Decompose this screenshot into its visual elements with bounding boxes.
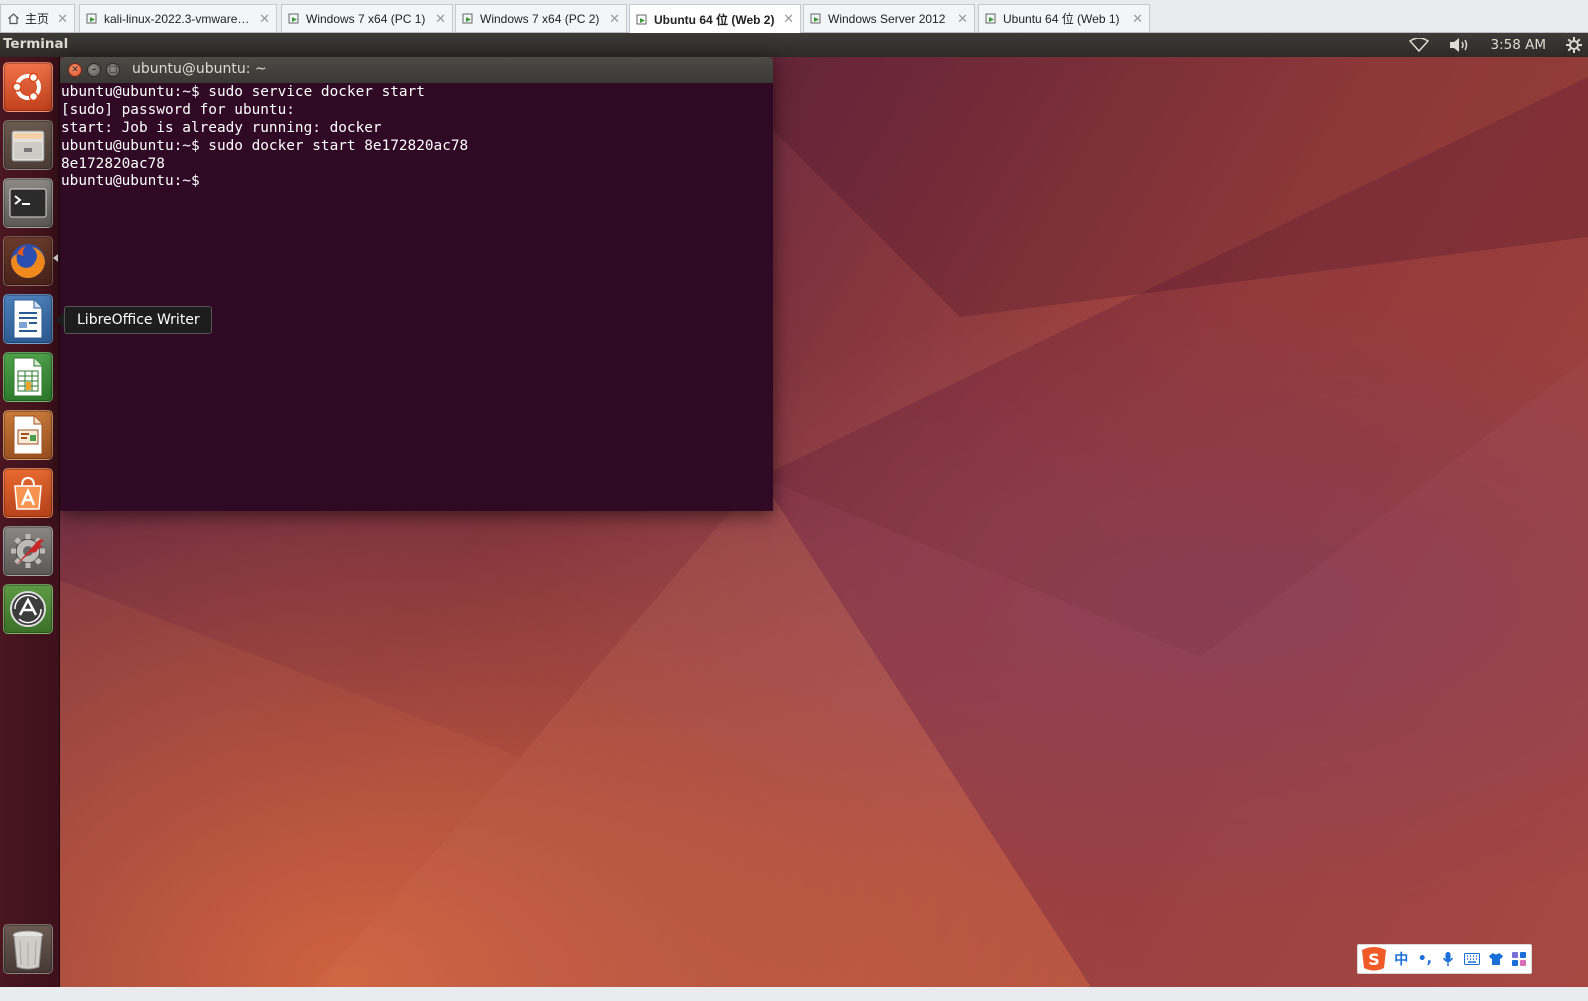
running-indicator-arrow <box>53 254 58 262</box>
settings-icon <box>11 534 45 568</box>
tab-home[interactable]: 主页 ✕ <box>0 4 75 32</box>
tab-label: 主页 <box>25 12 50 26</box>
launcher-libreoffice-calc[interactable] <box>3 352 53 402</box>
minimize-icon: – <box>91 65 97 75</box>
tooltip-arrow <box>56 312 64 328</box>
keyboard-icon[interactable] <box>1460 946 1484 972</box>
close-icon[interactable]: ✕ <box>957 11 968 27</box>
apps-grid-icon[interactable] <box>1507 946 1531 972</box>
close-window-button[interactable]: ✕ <box>68 63 82 77</box>
close-icon[interactable]: ✕ <box>1132 11 1143 27</box>
gear-icon[interactable] <box>1566 37 1582 53</box>
top-panel: Terminal 3:58 AM <box>0 33 1588 57</box>
minimize-window-button[interactable]: – <box>87 63 101 77</box>
software-center-icon <box>14 476 42 510</box>
active-app-name: Terminal <box>3 36 69 52</box>
ime-toolbar: S 中 •, <box>1357 944 1532 974</box>
close-icon[interactable]: ✕ <box>259 11 270 27</box>
launcher-firefox[interactable] <box>3 236 53 286</box>
close-icon: ✕ <box>71 65 79 75</box>
close-icon[interactable]: ✕ <box>609 11 620 27</box>
close-icon[interactable]: ✕ <box>57 11 68 27</box>
shirt-icon[interactable] <box>1484 946 1508 972</box>
vm-icon <box>985 13 996 24</box>
terminal-icon <box>9 188 47 218</box>
tab-kali[interactable]: kali-linux-2022.3-vmware-am... ✕ <box>79 4 277 32</box>
vm-icon <box>462 13 473 24</box>
tab-win7-pc1[interactable]: Windows 7 x64 (PC 1) ✕ <box>281 4 453 32</box>
tab-winserver-2012[interactable]: Windows Server 2012 ✕ <box>803 4 975 32</box>
terminal-output[interactable]: ubuntu@ubuntu:~$ sudo service docker sta… <box>60 83 773 511</box>
vmware-tab-bar: 主页 ✕ kali-linux-2022.3-vmware-am... ✕ Wi… <box>0 0 1588 33</box>
writer-icon <box>13 299 43 339</box>
panel-indicators: 3:58 AM <box>1399 33 1588 57</box>
terminal-line: 8e172820ac78 <box>61 155 165 172</box>
close-icon[interactable]: ✕ <box>435 11 446 27</box>
terminal-line: ubuntu@ubuntu:~$ sudo service docker sta… <box>61 84 425 100</box>
ime-mode-toggle[interactable]: 中 <box>1389 946 1413 972</box>
launcher-ubuntu-software[interactable] <box>3 468 53 518</box>
terminal-window[interactable]: ✕ – □ ubuntu@ubuntu: ~ ubuntu@ubuntu:~$ … <box>60 57 773 511</box>
tab-label: kali-linux-2022.3-vmware-am... <box>104 11 254 26</box>
updater-icon <box>10 591 46 627</box>
calc-icon <box>13 357 43 397</box>
launcher-terminal[interactable] <box>3 178 53 228</box>
launcher-trash[interactable] <box>3 924 53 974</box>
trash-icon <box>12 930 44 970</box>
launcher-files[interactable] <box>3 120 53 170</box>
terminal-titlebar[interactable]: ✕ – □ ubuntu@ubuntu: ~ <box>60 57 773 83</box>
close-icon[interactable]: ✕ <box>783 11 794 27</box>
tab-label: Ubuntu 64 位 (Web 1) <box>1003 12 1120 26</box>
vm-icon <box>636 14 647 24</box>
volume-icon[interactable] <box>1449 37 1471 53</box>
tab-ubuntu-web1[interactable]: Ubuntu 64 位 (Web 1) ✕ <box>978 4 1150 32</box>
launcher-tooltip: LibreOffice Writer <box>64 306 212 334</box>
terminal-line: [sudo] password for ubuntu: <box>61 101 295 118</box>
tab-label: Windows Server 2012 <box>828 11 946 26</box>
microphone-icon[interactable] <box>1437 946 1461 972</box>
maximize-window-button[interactable]: □ <box>106 63 120 77</box>
file-cabinet-icon <box>11 130 45 162</box>
maximize-icon: □ <box>108 65 118 75</box>
tab-label: Ubuntu 64 位 (Web 2) <box>654 12 775 27</box>
wifi-icon[interactable] <box>1408 38 1429 52</box>
window-title: ubuntu@ubuntu: ~ <box>132 61 267 77</box>
tab-label: Windows 7 x64 (PC 1) <box>306 11 426 26</box>
home-icon <box>8 13 19 25</box>
tab-win7-pc2[interactable]: Windows 7 x64 (PC 2) ✕ <box>455 4 627 32</box>
launcher-dash-home[interactable] <box>3 62 53 112</box>
unity-launcher <box>0 57 60 987</box>
vm-icon <box>288 13 299 24</box>
vm-icon <box>86 13 97 24</box>
sogou-logo-icon[interactable]: S <box>1358 946 1389 972</box>
firefox-icon <box>11 244 45 278</box>
tab-label: Windows 7 x64 (PC 2) <box>480 11 600 26</box>
launcher-libreoffice-writer[interactable] <box>3 294 53 344</box>
tab-ubuntu-web2[interactable]: Ubuntu 64 位 (Web 2) ✕ <box>629 4 801 33</box>
impress-icon <box>13 415 43 455</box>
launcher-system-settings[interactable] <box>3 526 53 576</box>
launcher-software-updater[interactable] <box>3 584 53 634</box>
clock[interactable]: 3:58 AM <box>1491 37 1547 53</box>
ime-punctuation-toggle[interactable]: •, <box>1413 946 1437 972</box>
launcher-libreoffice-impress[interactable] <box>3 410 53 460</box>
host-window-bottom-edge <box>0 987 1588 1001</box>
svg-text:S: S <box>1368 950 1380 969</box>
ubuntu-logo-icon <box>12 72 41 102</box>
terminal-line: start: Job is already running: docker <box>61 119 382 136</box>
terminal-line: ubuntu@ubuntu:~$ sudo docker start 8e172… <box>61 137 469 154</box>
terminal-prompt-line[interactable]: ubuntu@ubuntu:~$ <box>61 173 773 191</box>
vm-icon <box>810 13 821 24</box>
